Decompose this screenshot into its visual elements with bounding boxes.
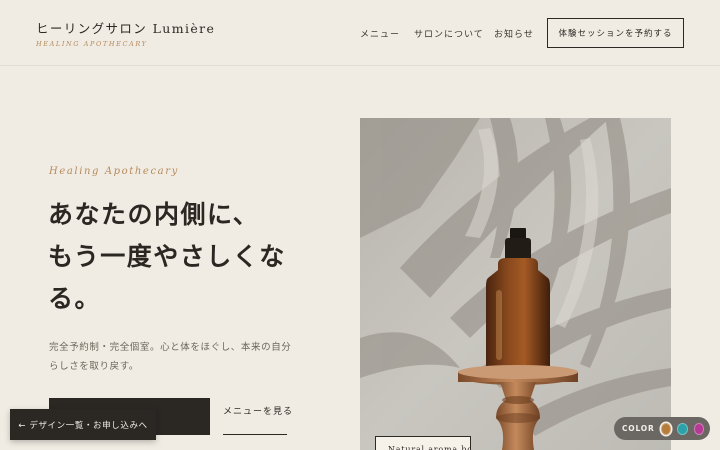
color-swatch-teal[interactable]	[677, 422, 688, 435]
nav-about[interactable]: サロンについて	[414, 27, 484, 40]
headline-line: もう一度やさしくな	[48, 242, 286, 271]
hero-headline: あなたの内側に、 もう一度やさしくな る。	[48, 194, 310, 320]
back-to-designs-button[interactable]: ← デザイン一覧・お申し込みへ	[10, 409, 156, 440]
hero-lead: 完全予約制・完全個室。心と体をほぐし、本来の自分らしさを取り戻す。	[49, 342, 292, 372]
aroma-bottle-image	[360, 118, 671, 450]
hero-eyebrow: Healing Apothecary	[49, 166, 179, 177]
site-header: ヒーリングサロン Lumière HEALING APOTHECARY メニュー…	[0, 0, 720, 66]
hero-photo: Natural aroma botanica	[360, 118, 671, 450]
book-trial-button[interactable]: 体験セッションを予約する	[547, 18, 684, 48]
brand-name[interactable]: ヒーリングサロン Lumière	[36, 18, 215, 37]
view-menu-link[interactable]: メニューを見る	[223, 404, 292, 435]
color-label: COLOR	[622, 424, 655, 433]
photo-caption: Natural aroma botanica	[375, 436, 471, 450]
brand-tagline: HEALING APOTHECARY	[36, 40, 148, 48]
color-switcher: COLOR	[614, 417, 710, 440]
nav-menu[interactable]: メニュー	[360, 27, 400, 40]
nav-news[interactable]: お知らせ	[494, 27, 534, 40]
headline-line: あなたの内側に、	[48, 200, 260, 229]
color-swatch-magenta[interactable]	[693, 422, 704, 435]
color-swatch-amber[interactable]	[660, 422, 672, 435]
headline-line: る。	[48, 284, 102, 313]
